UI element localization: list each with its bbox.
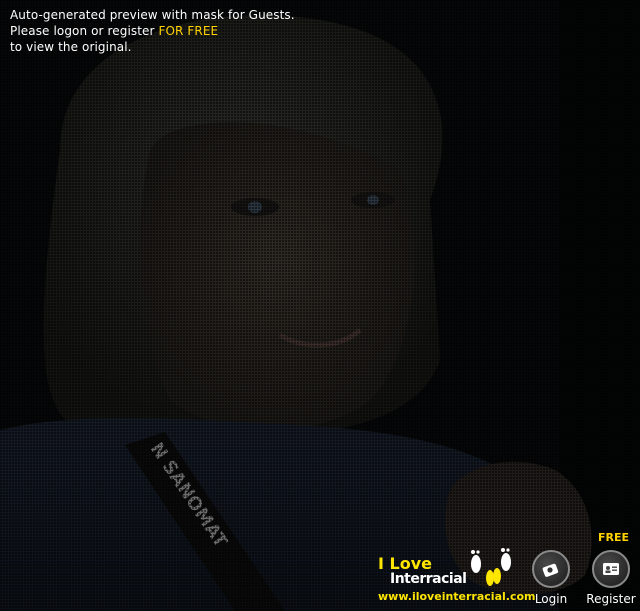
- notice-line-3: to view the original.: [10, 40, 132, 54]
- logo-line-2: Interracial: [390, 571, 467, 587]
- register-label[interactable]: Register: [581, 592, 640, 606]
- for-free-link[interactable]: FOR FREE: [159, 24, 219, 38]
- site-url: www.iloveinterracial.com: [378, 590, 536, 603]
- id-card-icon: [603, 563, 619, 575]
- register-icon-circle[interactable]: [592, 550, 630, 588]
- free-tag: FREE: [598, 531, 630, 544]
- masked-preview-image: N SANOMAT Auto-generated preview with ma…: [0, 0, 640, 611]
- notice-line-1: Auto-generated preview with mask for Gue…: [10, 8, 295, 22]
- preview-photo: N SANOMAT: [0, 0, 640, 611]
- login-label[interactable]: Login: [521, 592, 581, 606]
- guest-notice: Auto-generated preview with mask for Gue…: [10, 7, 295, 55]
- camera-icon: [542, 563, 559, 577]
- footprints-icon: [471, 548, 511, 586]
- register-button[interactable]: Register: [581, 550, 640, 606]
- notice-line-2-text: Please logon or register: [10, 24, 159, 38]
- site-logo[interactable]: I Love Interracial www.iloveinterracial.…: [376, 548, 536, 608]
- login-button[interactable]: Login: [521, 550, 581, 606]
- notice-line-2: Please logon or register FOR FREE: [10, 23, 295, 39]
- login-icon-circle[interactable]: [532, 550, 570, 588]
